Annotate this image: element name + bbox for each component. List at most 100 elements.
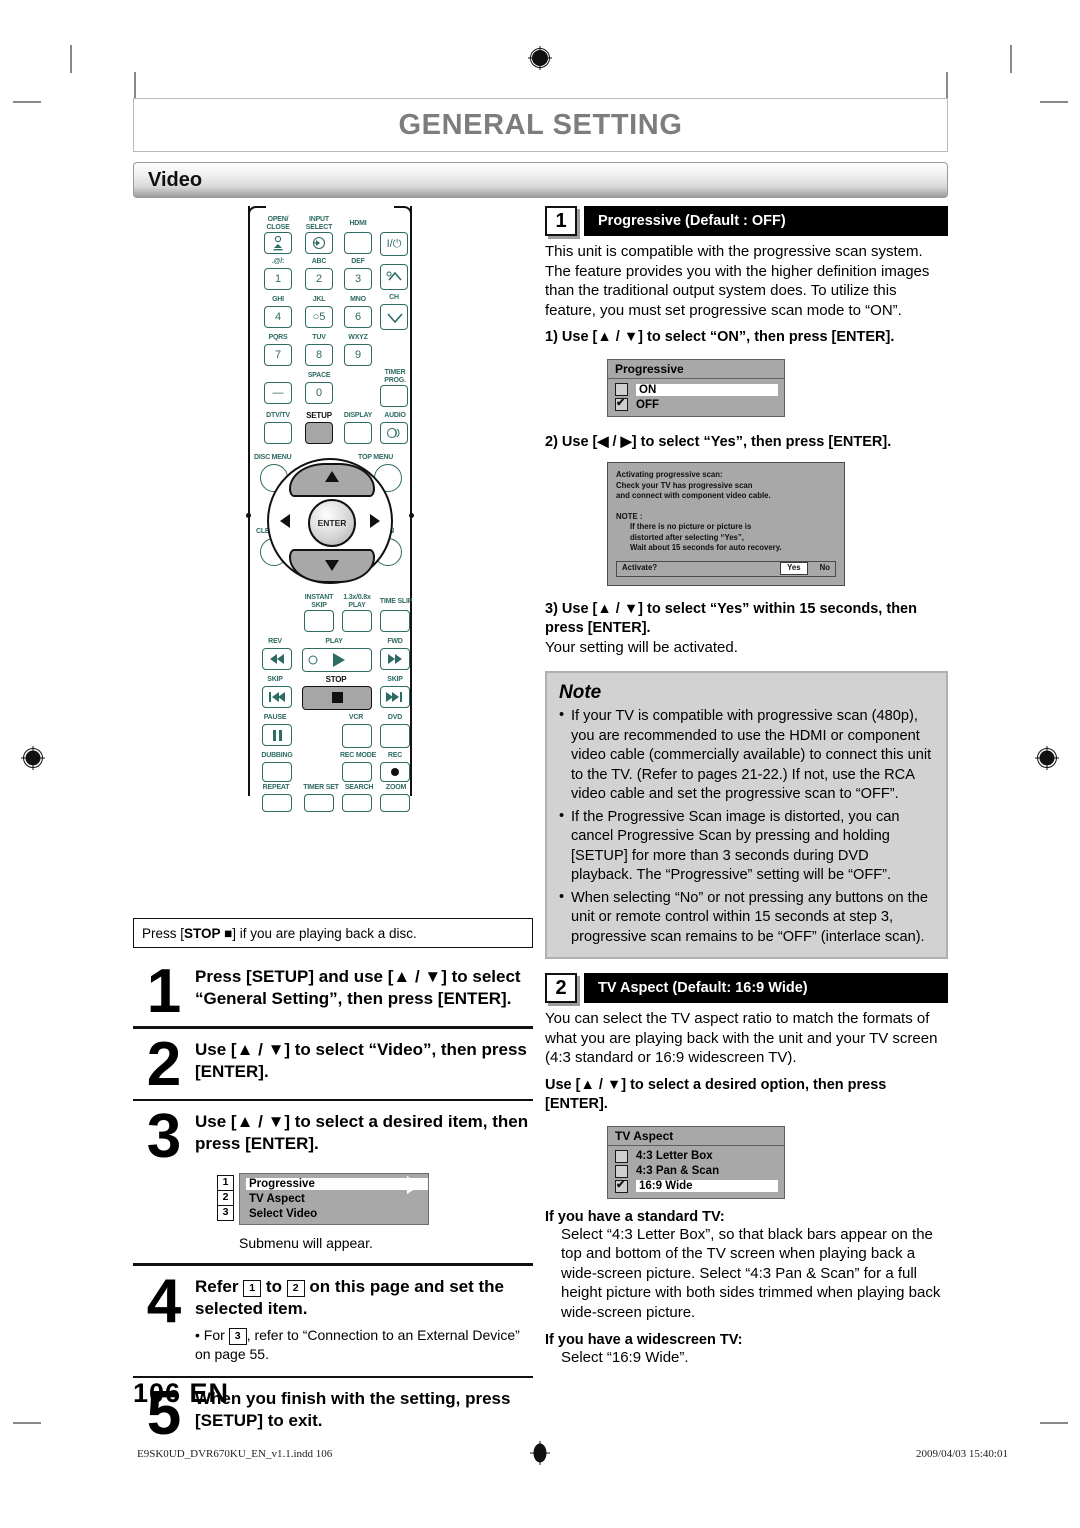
dialog-line-2: Check your TV has progressive scan	[616, 480, 753, 490]
tv-aspect-option-letterbox[interactable]: 4:3 Letter Box	[608, 1149, 784, 1164]
remote-button-display[interactable]	[344, 422, 372, 444]
crop-mark-top-right-v	[1010, 45, 1012, 73]
remote-button-6[interactable]: 6	[344, 306, 372, 328]
remote-label-instant-skip: INSTANT SKIP	[304, 594, 334, 609]
remote-button-skip-fwd[interactable]	[380, 686, 410, 708]
submenu-item-progressive[interactable]: Progressive	[240, 1176, 428, 1191]
remote-label-power: I/⏻	[386, 238, 402, 250]
progressive-option-on[interactable]: ON	[608, 382, 784, 397]
remote-label-hdmi: HDMI	[349, 220, 367, 227]
standard-tv-heading: If you have a standard TV:	[545, 1208, 725, 1225]
remote-button-dash[interactable]: —	[264, 382, 292, 404]
remote-button-vcr[interactable]	[342, 724, 372, 748]
remote-button-instant-skip[interactable]	[304, 610, 334, 632]
tv-aspect-option-letterbox-label: 4:3 Letter Box	[636, 1150, 713, 1162]
dialog-gap	[616, 502, 836, 512]
remote-button-4[interactable]: 4	[264, 306, 292, 328]
step-4-ref-1: 1	[243, 1279, 262, 1297]
remote-button-9[interactable]: 9	[344, 344, 372, 366]
remote-button-time-slip[interactable]	[380, 610, 410, 632]
section-1-step2: 2) Use [◀ / ▶] to select “Yes”, then pre…	[545, 434, 892, 450]
page-title: GENERAL SETTING	[398, 108, 683, 141]
remote-button-play[interactable]	[302, 648, 372, 672]
step-3: 3 Use [▲ / ▼] to select a desired item, …	[133, 1101, 533, 1172]
remote-button-rec[interactable]	[380, 762, 410, 782]
remote-label-key1-sub: .@/:	[271, 258, 285, 265]
remote-button-channel-up[interactable]	[380, 264, 408, 290]
remote-button-7[interactable]: 7	[264, 344, 292, 366]
remote-button-setup[interactable]	[305, 422, 333, 444]
remote-button-zoom[interactable]	[380, 794, 410, 812]
section-2-header: 2 TV Aspect (Default: 16:9 Wide)	[545, 973, 948, 1003]
remote-button-input-select[interactable]	[305, 232, 333, 254]
remote-button-open-close[interactable]	[264, 232, 292, 254]
remote-button-rec-mode[interactable]	[342, 762, 372, 782]
remote-button-5[interactable]: ○5	[305, 306, 333, 328]
crop-mark-bottom-left-h	[13, 1422, 41, 1424]
section-2-number: 2	[545, 973, 577, 1003]
remote-button-timer-set[interactable]	[304, 794, 334, 812]
remote-button-search[interactable]	[342, 794, 372, 812]
right-column: 1 Progressive (Default : OFF) This unit …	[545, 206, 948, 1368]
stop-disc-caption: Press [STOP ■] if you are playing back a…	[133, 918, 533, 948]
submenu-item-tv-aspect[interactable]: TV Aspect	[240, 1191, 428, 1206]
remote-button-power[interactable]: I/⏻	[380, 232, 408, 256]
step-2: 2 Use [▲ / ▼] to select “Video”, then pr…	[133, 1029, 533, 1099]
remote-button-hdmi[interactable]	[344, 232, 372, 254]
caption-suffix: ] if you are playing back a disc.	[232, 925, 417, 941]
remote-label-setup: SETUP	[306, 411, 332, 420]
remote-button-8[interactable]: 8	[305, 344, 333, 366]
tv-aspect-osd-body: 4:3 Letter Box 4:3 Pan & Scan 16:9 Wide	[607, 1144, 785, 1199]
remote-button-dtv-tv[interactable]	[264, 422, 292, 444]
tv-aspect-option-wide[interactable]: 16:9 Wide	[608, 1178, 784, 1194]
checkbox-checked-icon	[615, 396, 628, 411]
remote-button-stop[interactable]	[302, 686, 372, 710]
remote-button-left[interactable]	[272, 480, 300, 562]
section-1-number: 1	[545, 206, 577, 236]
remote-button-audio[interactable]	[380, 422, 408, 444]
remote-button-dubbing[interactable]	[262, 762, 292, 782]
remote-button-3[interactable]: 3	[344, 268, 372, 290]
submenu-item-select-video[interactable]: Select Video	[240, 1206, 428, 1221]
remote-button-enter[interactable]: ENTER	[308, 499, 356, 547]
remote-button-fwd[interactable]	[380, 648, 410, 670]
remote-label-repeat: REPEAT	[262, 784, 290, 791]
remote-button-1[interactable]: 1	[264, 268, 292, 290]
remote-label-key4-sub: GHI	[272, 296, 284, 303]
step-3-number: 3	[146, 1102, 182, 1172]
remote-notch-right	[409, 513, 414, 518]
remote-button-0[interactable]: 0	[305, 382, 333, 404]
remote-button-channel-down[interactable]	[380, 304, 408, 330]
remote-label-vcr: VCR	[348, 714, 364, 721]
tv-aspect-osd-title: TV Aspect	[607, 1125, 785, 1145]
section-1-title: Progressive (Default : OFF)	[584, 206, 948, 236]
note-title: Note	[559, 682, 602, 703]
progressive-option-off[interactable]: OFF	[608, 396, 784, 412]
remote-navigation-pad: ENTER	[267, 458, 393, 584]
tv-aspect-option-panscan[interactable]: 4:3 Pan & Scan	[608, 1164, 784, 1179]
submenu-item-tv-aspect-label: TV Aspect	[249, 1192, 305, 1205]
dialog-no-button[interactable]: No	[820, 563, 830, 574]
remote-key-dash: —	[272, 387, 284, 399]
section-banner-label: Video	[148, 168, 203, 191]
remote-button-repeat[interactable]	[262, 794, 292, 812]
dialog-yes-button[interactable]: Yes	[780, 562, 808, 575]
footer-filename: E9SK0UD_DVR670KU_EN_v1.1.indd 106	[137, 1448, 333, 1460]
remote-label-dtv-tv: DTV/TV	[266, 412, 290, 419]
remote-key-0-digit: 0	[315, 387, 323, 399]
crop-mark-bottom-right-h	[1040, 1422, 1068, 1424]
remote-button-dvd[interactable]	[380, 724, 410, 748]
remote-button-pause[interactable]	[262, 724, 292, 746]
step-4: 4 Refer 1 to 2 on this page and set the …	[133, 1266, 533, 1368]
remote-label-rec: REC	[387, 752, 403, 759]
remote-button-2[interactable]: 2	[305, 268, 333, 290]
remote-button-right[interactable]	[360, 480, 388, 562]
remote-button-rev[interactable]	[262, 648, 292, 670]
remote-button-timer-prog[interactable]	[380, 385, 408, 407]
step-1: 1 Press [SETUP] and use [▲ / ▼] to selec…	[133, 956, 533, 1026]
remote-button-skip-back[interactable]	[262, 686, 292, 708]
remote-button-13x-play[interactable]	[342, 610, 372, 632]
caption-bold: STOP ■	[184, 925, 233, 941]
checkbox-unchecked-icon	[615, 383, 628, 396]
remote-label-open-close: OPEN/CLOSE	[266, 216, 290, 231]
